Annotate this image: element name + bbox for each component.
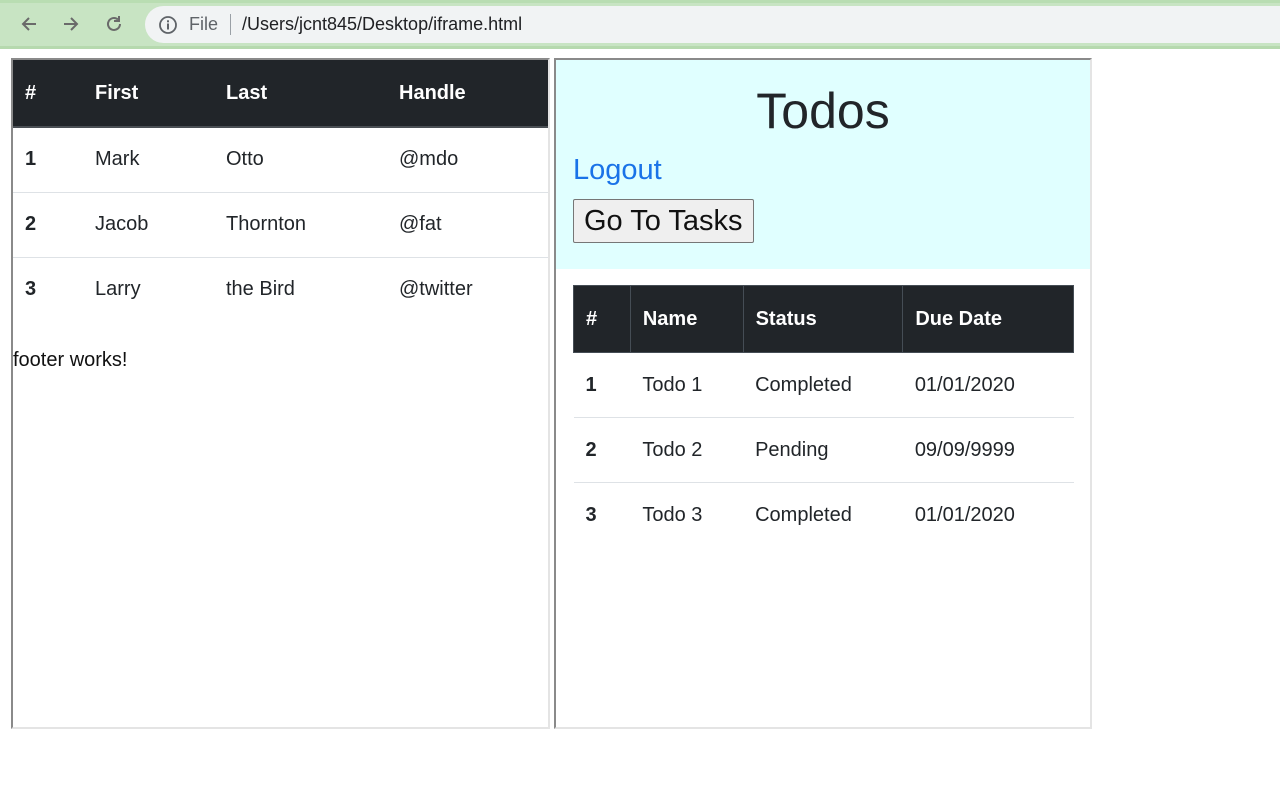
row-number: 2 [573, 417, 631, 483]
todos-table-header: # Name Status Due Date [573, 285, 1074, 353]
address-bar[interactable]: File /Users/jcnt845/Desktop/iframe.html [145, 6, 1280, 43]
row-number: 1 [573, 352, 631, 418]
url-text[interactable]: /Users/jcnt845/Desktop/iframe.html [242, 14, 522, 35]
cell-name: Todo 1 [630, 352, 744, 418]
table-row: 3 Larry the Bird @twitter [13, 256, 548, 322]
row-number: 3 [573, 482, 631, 548]
todos-header: Todos Logout Go To Tasks [556, 60, 1090, 269]
cell-last: the Bird [214, 256, 387, 322]
table-row: 1 Mark Otto @mdo [13, 126, 548, 192]
header-due-date: Due Date [902, 285, 1074, 353]
cell-first: Jacob [83, 191, 214, 257]
table-row: 3 Todo 3 Completed 01/01/2020 [573, 482, 1074, 548]
forward-arrow-icon [64, 17, 79, 31]
cell-handle: @twitter [387, 256, 548, 322]
header-last: Last [214, 60, 387, 128]
table-row: 1 Todo 1 Completed 01/01/2020 [573, 352, 1074, 418]
table-row: 2 Jacob Thornton @fat [13, 191, 548, 257]
cell-name: Todo 3 [630, 482, 744, 548]
cell-handle: @mdo [387, 126, 548, 192]
reload-icon [107, 16, 121, 31]
browser-toolbar: File /Users/jcnt845/Desktop/iframe.html [0, 0, 1280, 49]
cell-first: Larry [83, 256, 214, 322]
row-number: 2 [13, 191, 83, 257]
cell-first: Mark [83, 126, 214, 192]
toolbar-divider [0, 46, 1280, 49]
cell-status: Pending [743, 417, 903, 483]
cell-due-date: 01/01/2020 [902, 482, 1074, 548]
header-number: # [573, 285, 631, 353]
row-number: 1 [13, 126, 83, 192]
forward-button[interactable] [58, 11, 84, 37]
header-name: Name [629, 285, 744, 353]
header-number: # [13, 60, 83, 128]
cell-handle: @fat [387, 191, 548, 257]
cell-status: Completed [743, 352, 903, 418]
back-button[interactable] [16, 11, 42, 37]
row-number: 3 [13, 256, 83, 322]
users-table: # First Last Handle 1 Mark Otto @mdo 2 J… [13, 60, 548, 322]
cell-status: Completed [743, 482, 903, 548]
cell-due-date: 01/01/2020 [902, 352, 1074, 418]
back-arrow-icon [21, 17, 36, 31]
footer-text: footer works! [13, 349, 128, 371]
cell-name: Todo 2 [630, 417, 744, 483]
todos-table: # Name Status Due Date 1 Todo 1 Complete… [573, 285, 1074, 548]
header-handle: Handle [387, 60, 548, 128]
info-icon[interactable] [158, 15, 178, 35]
table-row: 2 Todo 2 Pending 09/09/9999 [573, 417, 1074, 483]
header-first: First [83, 60, 214, 128]
cell-due-date: 09/09/9999 [902, 417, 1074, 483]
go-to-tasks-button[interactable]: Go To Tasks [573, 199, 754, 243]
header-status: Status [742, 285, 904, 353]
todos-iframe: Todos Logout Go To Tasks # Name Status D… [554, 58, 1092, 729]
file-scheme-label: File [189, 14, 219, 34]
users-table-header: # First Last Handle [13, 60, 548, 128]
url-divider [230, 14, 231, 35]
reload-button[interactable] [101, 11, 127, 37]
logout-link[interactable]: Logout [573, 154, 662, 187]
page-title: Todos [756, 83, 890, 139]
cell-last: Otto [214, 126, 387, 192]
cell-last: Thornton [214, 191, 387, 257]
users-iframe: # First Last Handle 1 Mark Otto @mdo 2 J… [11, 58, 550, 729]
